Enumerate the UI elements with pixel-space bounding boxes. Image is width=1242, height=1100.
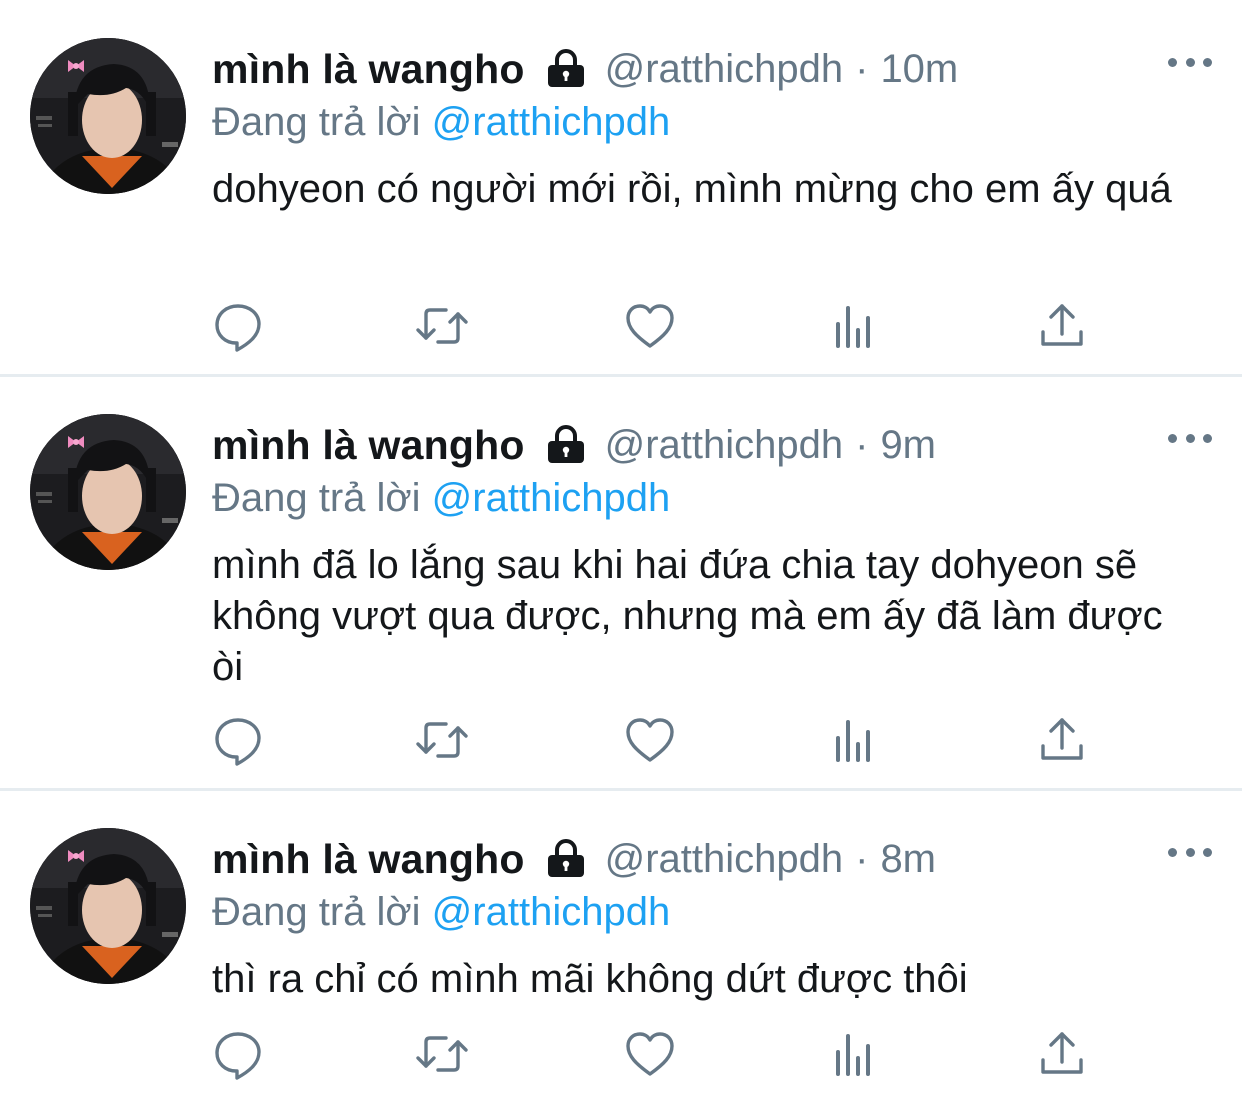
- separator: ·: [855, 836, 869, 881]
- reply-context: Đang trả lời @ratthichpdh: [212, 472, 1202, 524]
- tweet[interactable]: mình là wangho @ratthichpdh · 10m Đang t…: [0, 0, 1242, 376]
- tweet[interactable]: mình là wangho @ratthichpdh · 8m Đang tr…: [0, 790, 1242, 1100]
- retweet-icon[interactable]: [414, 712, 470, 768]
- lock-icon: [545, 839, 587, 879]
- action-bar: [212, 298, 1092, 354]
- more-icon[interactable]: [1168, 842, 1212, 862]
- tweet-text: mình đã lo lắng sau khi hai đứa chia tay…: [212, 543, 1163, 689]
- more-icon[interactable]: [1168, 428, 1212, 448]
- reply-icon[interactable]: [210, 1026, 266, 1082]
- action-bar: [212, 712, 1092, 768]
- like-icon[interactable]: [622, 298, 678, 354]
- analytics-icon[interactable]: [828, 1026, 884, 1082]
- action-bar: [212, 1026, 1092, 1082]
- tweet-text: thì ra chỉ có mình mãi không dứt được th…: [212, 957, 968, 1001]
- analytics-icon[interactable]: [828, 298, 884, 354]
- tweet-text: dohyeon có người mới rồi, mình mừng cho …: [212, 167, 1172, 211]
- reply-mention-link[interactable]: @ratthichpdh: [432, 100, 671, 144]
- separator: ·: [855, 422, 869, 467]
- timestamp[interactable]: 10m: [880, 47, 958, 92]
- analytics-icon[interactable]: [828, 712, 884, 768]
- display-name[interactable]: mình là wangho: [212, 46, 525, 93]
- retweet-icon[interactable]: [414, 298, 470, 354]
- display-name[interactable]: mình là wangho: [212, 836, 525, 883]
- avatar[interactable]: [30, 828, 186, 984]
- more-icon[interactable]: [1168, 52, 1212, 72]
- share-icon[interactable]: [1034, 298, 1090, 354]
- reply-prefix: Đang trả lời: [212, 100, 421, 144]
- handle[interactable]: @ratthichpdh: [605, 423, 844, 468]
- like-icon[interactable]: [622, 712, 678, 768]
- like-icon[interactable]: [622, 1026, 678, 1082]
- retweet-icon[interactable]: [414, 1026, 470, 1082]
- share-icon[interactable]: [1034, 1026, 1090, 1082]
- timestamp[interactable]: 8m: [880, 837, 936, 882]
- handle[interactable]: @ratthichpdh: [605, 47, 844, 92]
- reply-mention-link[interactable]: @ratthichpdh: [432, 476, 671, 520]
- reply-mention-link[interactable]: @ratthichpdh: [432, 890, 671, 934]
- reply-prefix: Đang trả lời: [212, 890, 421, 934]
- timestamp[interactable]: 9m: [880, 423, 936, 468]
- avatar[interactable]: [30, 38, 186, 194]
- avatar[interactable]: [30, 414, 186, 570]
- reply-context: Đang trả lời @ratthichpdh: [212, 886, 1202, 938]
- handle[interactable]: @ratthichpdh: [605, 837, 844, 882]
- reply-prefix: Đang trả lời: [212, 476, 421, 520]
- tweet[interactable]: mình là wangho @ratthichpdh · 9m Đang tr…: [0, 376, 1242, 790]
- reply-context: Đang trả lời @ratthichpdh: [212, 96, 1202, 148]
- display-name[interactable]: mình là wangho: [212, 422, 525, 469]
- separator: ·: [855, 46, 869, 91]
- reply-icon[interactable]: [210, 298, 266, 354]
- lock-icon: [545, 49, 587, 89]
- lock-icon: [545, 425, 587, 465]
- reply-icon[interactable]: [210, 712, 266, 768]
- share-icon[interactable]: [1034, 712, 1090, 768]
